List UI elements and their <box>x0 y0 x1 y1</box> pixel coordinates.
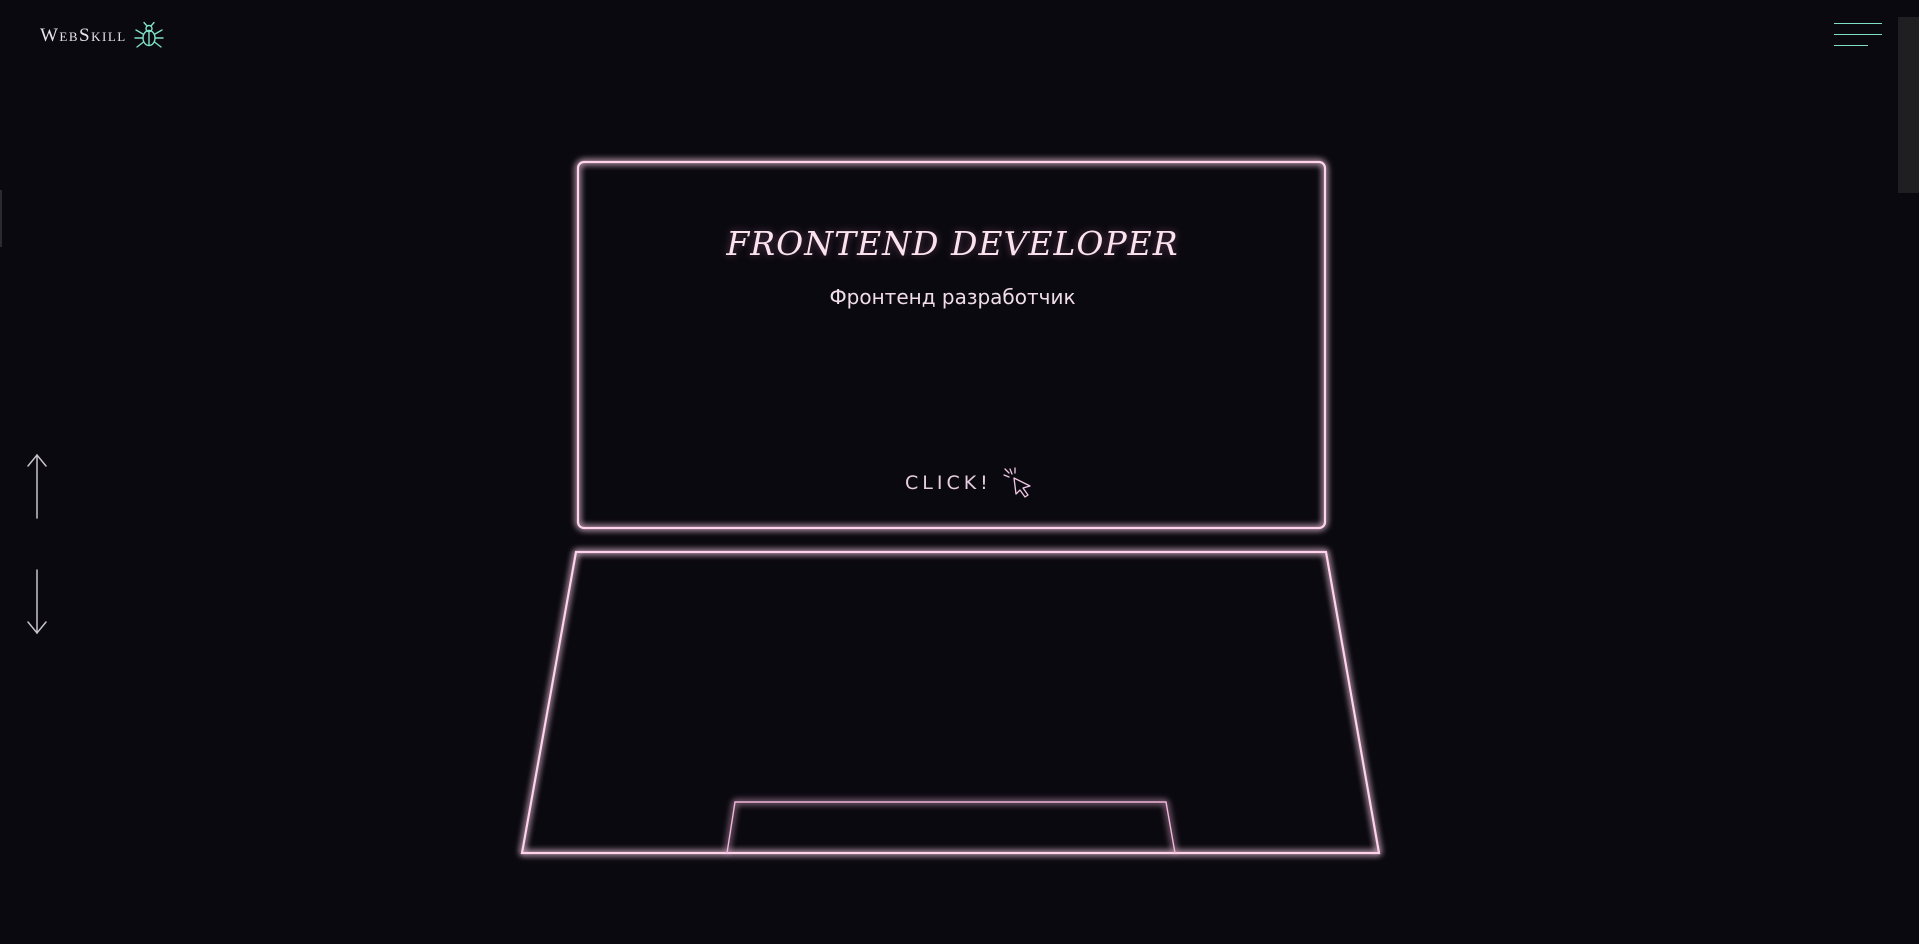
cursor-click-icon <box>1003 467 1031 498</box>
page-subtitle: Фронтенд разработчик <box>829 285 1076 309</box>
click-button[interactable]: CLICK! <box>905 466 1036 500</box>
laptop-trackpad <box>726 801 1176 854</box>
click-label: CLICK! <box>905 472 992 494</box>
page-title: FRONTEND DEVELOPER <box>726 224 1179 263</box>
laptop-base <box>520 550 1381 855</box>
